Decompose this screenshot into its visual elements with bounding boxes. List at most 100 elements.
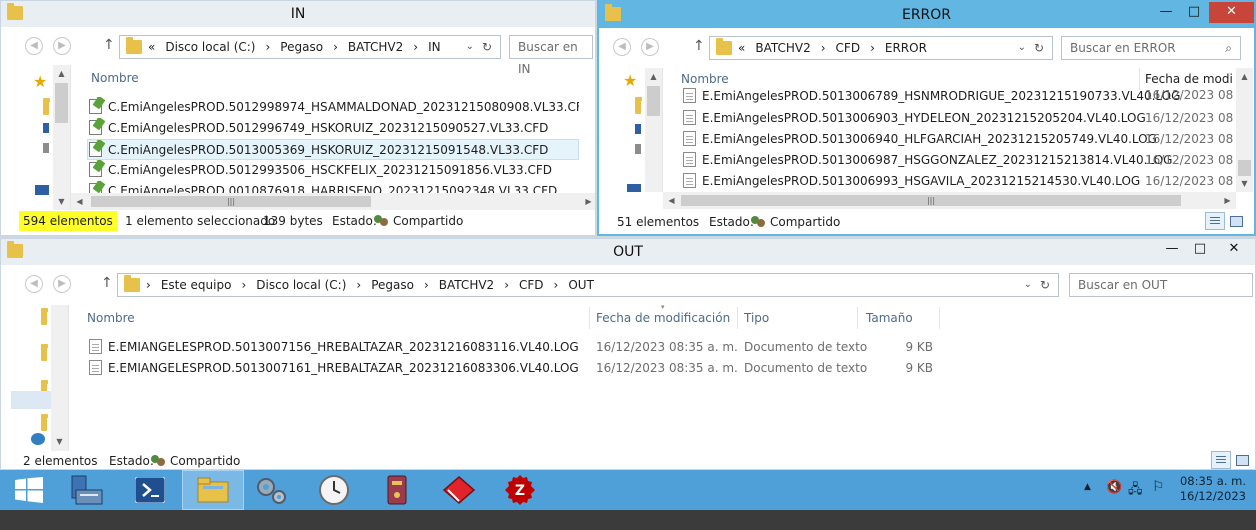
scroll-thumb[interactable] (55, 83, 68, 123)
server-manager-button[interactable] (58, 470, 120, 510)
chevron-down-icon[interactable]: ⌄ (466, 36, 474, 58)
scroll-thumb[interactable]: ||| (681, 195, 1181, 206)
filezilla-button[interactable]: Z (490, 470, 552, 510)
breadcrumb-item[interactable]: BATCHV2 (348, 40, 403, 54)
breadcrumb-item[interactable]: BATCHV2 (439, 278, 494, 292)
folder-icon[interactable] (43, 98, 50, 115)
breadcrumb-item[interactable]: CFD (519, 278, 544, 292)
network-icon[interactable] (43, 143, 49, 153)
list-item[interactable]: C.EmiAngelesPROD.5012996749_HSKORUIZ_202… (89, 118, 579, 139)
minimize-button[interactable]: — (1159, 239, 1185, 260)
details-view-button[interactable] (1211, 451, 1231, 469)
chevron-down-icon[interactable]: ⌄ (1024, 274, 1032, 296)
large-icons-view-button[interactable] (1233, 451, 1251, 469)
horizontal-scrollbar[interactable]: ◀ ||| ▶ (663, 192, 1236, 209)
app-button[interactable] (366, 470, 428, 510)
star-icon[interactable]: ★ (33, 74, 47, 90)
scroll-left-icon[interactable]: ◀ (71, 193, 88, 210)
column-header-type[interactable]: Tipo (744, 307, 854, 329)
list-item[interactable]: E.EmiAngelesPROD.5013006903_HYDELEON_202… (683, 108, 1233, 129)
star-icon[interactable]: ★ (623, 73, 637, 89)
chevron-down-icon[interactable]: ⌄ (1018, 37, 1026, 59)
red-app-button[interactable] (428, 470, 490, 510)
breadcrumb-separator[interactable]: › (870, 41, 875, 55)
breadcrumb-separator[interactable]: › (265, 40, 270, 54)
column-header-name[interactable]: Nombre (87, 307, 587, 329)
breadcrumb-item[interactable]: BATCHV2 (755, 41, 810, 55)
table-row[interactable]: E.EMIANGELESPROD.5013007161_HREBALTAZAR_… (89, 358, 939, 379)
nav-scrollbar[interactable]: ▲ (645, 68, 662, 192)
powershell-button[interactable] (120, 470, 182, 510)
list-item[interactable]: E.EmiAngelesPROD.5013006789_HSNMRODRIGUE… (683, 88, 1233, 106)
scroll-left-icon[interactable]: ◀ (663, 192, 680, 209)
network-icon[interactable] (635, 144, 641, 154)
breadcrumb-item[interactable]: Disco local (C:) (256, 278, 346, 292)
details-view-button[interactable] (1205, 212, 1225, 230)
breadcrumb-separator[interactable]: › (554, 278, 559, 292)
list-item-selected[interactable]: C.EmiAngelesPROD.5013005369_HSKORUIZ_202… (87, 139, 579, 160)
pc-icon[interactable] (627, 184, 641, 192)
back-button[interactable]: ◀ (25, 37, 43, 55)
chevron-up-icon[interactable]: ▲ (1084, 482, 1091, 492)
breadcrumb-overflow[interactable]: « (148, 40, 155, 54)
list-item[interactable]: C.EmiAngelesPROD.0010876918_HARRISENO_20… (89, 181, 579, 193)
breadcrumb-item[interactable]: ERROR (885, 41, 927, 55)
up-button[interactable]: ↑ (693, 38, 705, 54)
list-item[interactable]: C.EmiAngelesPROD.5012998974_HSAMMALDONAD… (89, 97, 579, 118)
column-header-name[interactable]: Nombre (91, 67, 571, 89)
breadcrumb-item[interactable]: IN (428, 40, 441, 54)
scroll-thumb[interactable]: ||| (91, 196, 371, 207)
address-bar[interactable]: « BATCHV2 › CFD › ERROR ⌄ ↻ (709, 36, 1053, 60)
refresh-icon[interactable]: ↻ (1040, 274, 1050, 296)
network-icon[interactable]: 🖧 (1128, 480, 1143, 502)
scroll-thumb[interactable] (647, 86, 660, 116)
scroll-right-icon[interactable]: ▶ (580, 193, 595, 210)
task-scheduler-button[interactable] (304, 470, 366, 510)
refresh-icon[interactable]: ↻ (482, 36, 492, 58)
breadcrumb-item[interactable]: Este equipo (161, 278, 232, 292)
breadcrumb-separator[interactable]: › (241, 278, 246, 292)
titlebar-out[interactable]: OUT — □ ✕ (1, 239, 1255, 265)
search-input[interactable]: Buscar en IN (509, 35, 593, 76)
scroll-up-icon[interactable]: ▲ (53, 65, 70, 82)
search-input[interactable]: Buscar en OUT (1069, 273, 1253, 297)
network-icon[interactable] (31, 433, 45, 445)
back-button[interactable]: ◀ (25, 275, 43, 293)
list-item[interactable]: C.EmiAngelesPROD.5012993506_HSCKFELIX_20… (89, 160, 579, 181)
scroll-down-icon[interactable]: ▼ (53, 193, 70, 210)
scroll-up-icon[interactable]: ▲ (1236, 68, 1253, 85)
column-header-date[interactable]: Fecha de modific (1145, 68, 1233, 90)
services-button[interactable] (242, 470, 304, 510)
volume-muted-icon[interactable]: 🔇 (1106, 480, 1122, 495)
close-button[interactable]: ✕ (1209, 2, 1254, 23)
breadcrumb-separator[interactable]: › (424, 278, 429, 292)
up-button[interactable]: ↑ (103, 37, 115, 53)
scroll-down-icon[interactable]: ▼ (51, 433, 68, 450)
folder-icon[interactable] (41, 344, 48, 361)
titlebar-in[interactable]: IN (1, 1, 595, 27)
computer-icon[interactable] (43, 123, 49, 133)
breadcrumb-item[interactable]: CFD (836, 41, 861, 55)
address-bar[interactable]: › Este equipo › Disco local (C:) › Pegaso › BAT… (117, 273, 1059, 297)
back-button[interactable]: ◀ (613, 38, 631, 56)
start-button[interactable] (0, 470, 58, 510)
list-item[interactable]: E.EmiAngelesPROD.5013006987_HSGGONZALEZ_… (683, 150, 1233, 171)
nav-scrollbar[interactable]: ▲ ▼ (53, 65, 70, 210)
forward-button[interactable]: ▶ (53, 37, 71, 55)
computer-icon[interactable] (635, 124, 641, 134)
column-header-date[interactable]: Fecha de modificación (596, 307, 734, 329)
search-icon[interactable]: ⌕ (1225, 37, 1232, 59)
pc-icon[interactable] (35, 185, 49, 195)
scroll-up-icon[interactable]: ▲ (645, 68, 662, 85)
breadcrumb-separator[interactable]: › (356, 278, 361, 292)
large-icons-view-button[interactable] (1227, 212, 1245, 230)
up-button[interactable]: ↑ (101, 275, 113, 291)
folder-icon[interactable] (635, 97, 642, 114)
breadcrumb-separator[interactable]: › (821, 41, 826, 55)
folder-icon[interactable] (41, 308, 48, 325)
scroll-thumb[interactable] (1238, 160, 1251, 176)
scroll-right-icon[interactable]: ▶ (1219, 192, 1236, 209)
file-list-scrollbar[interactable]: ▲ ▼ (1236, 68, 1253, 192)
breadcrumb-separator[interactable]: › (413, 40, 418, 54)
breadcrumb-separator[interactable]: › (504, 278, 509, 292)
